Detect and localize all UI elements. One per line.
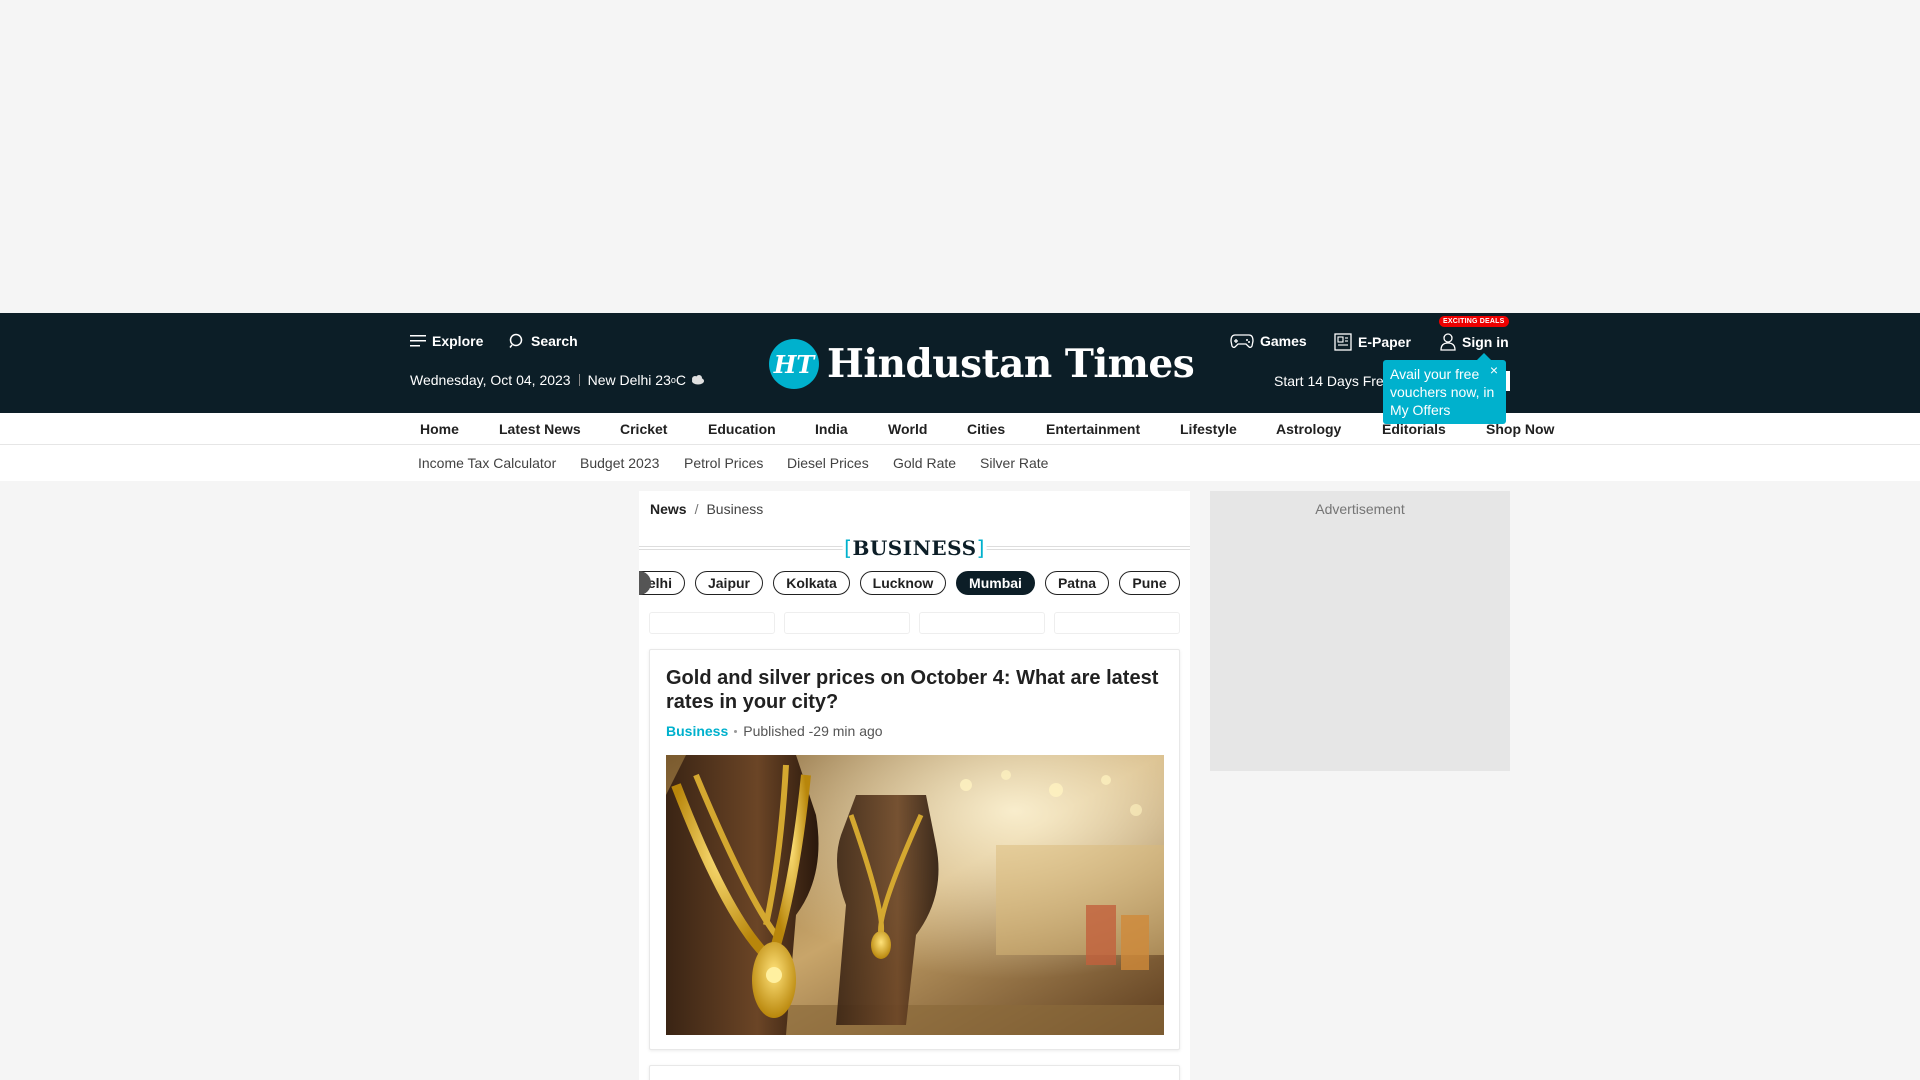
top-ad-slot xyxy=(0,0,1920,313)
subnav-item-income-tax[interactable]: Income Tax Calculator xyxy=(418,455,556,471)
date-weather: Wednesday, Oct 04, 2023 New Delhi 23 o C xyxy=(410,372,705,388)
placeholder-box xyxy=(649,612,775,634)
chip-mumbai[interactable]: Mumbai xyxy=(956,571,1035,595)
games-link[interactable]: Games xyxy=(1230,333,1307,349)
widget-placeholders xyxy=(649,612,1180,634)
nav-item-world[interactable]: World xyxy=(888,421,927,437)
close-bracket: ] xyxy=(976,536,985,560)
logo-mark: HT xyxy=(769,339,819,389)
epaper-link[interactable]: E-Paper xyxy=(1334,333,1411,351)
gold-necklace-photo xyxy=(666,755,1164,1035)
section-header: [BUSINESS] xyxy=(639,536,1190,560)
nav-item-latest-news[interactable]: Latest News xyxy=(499,421,581,437)
newspaper-icon xyxy=(1334,333,1352,351)
subnav-item-diesel[interactable]: Diesel Prices xyxy=(787,455,869,471)
explore-label: Explore xyxy=(432,333,484,349)
cloud-icon xyxy=(692,375,704,385)
meta-dot xyxy=(734,729,738,733)
section-title-text: BUSINESS xyxy=(852,536,977,560)
story-section-link[interactable]: Business xyxy=(666,723,728,739)
breadcrumb-separator: / xyxy=(694,501,699,517)
menu-icon xyxy=(410,335,426,347)
chip-patna[interactable]: Patna xyxy=(1045,571,1109,595)
story-card[interactable]: Gold and silver prices on October 4: Wha… xyxy=(649,649,1180,1050)
gamepad-icon xyxy=(1230,334,1254,348)
sidebar-ad: Advertisement xyxy=(1210,491,1510,771)
published-time: Published -29 min ago xyxy=(743,723,883,739)
next-story-card[interactable] xyxy=(649,1065,1180,1080)
nav-item-education[interactable]: Education xyxy=(708,421,776,437)
chip-lucknow[interactable]: Lucknow xyxy=(860,571,946,595)
close-icon[interactable]: × xyxy=(1490,361,1498,379)
primary-nav: Home Latest News Cricket Education India… xyxy=(0,413,1920,445)
nav-item-india[interactable]: India xyxy=(815,421,848,437)
current-date: Wednesday, Oct 04, 2023 xyxy=(410,372,571,388)
story-meta: Business Published -29 min ago xyxy=(666,723,883,739)
site-logo[interactable]: HT Hindustan Times xyxy=(769,338,1195,390)
nav-item-home[interactable]: Home xyxy=(420,421,459,437)
chip-pune[interactable]: Pune xyxy=(1119,571,1180,595)
subnav-item-silver-rate[interactable]: Silver Rate xyxy=(980,455,1048,471)
epaper-label: E-Paper xyxy=(1358,334,1411,350)
chip-jaipur[interactable]: Jaipur xyxy=(695,571,763,595)
story-headline[interactable]: Gold and silver prices on October 4: Wha… xyxy=(666,666,1166,714)
logo-wordmark: Hindustan Times xyxy=(827,341,1195,387)
user-icon xyxy=(1440,333,1456,351)
chip-kolkata[interactable]: Kolkata xyxy=(773,571,850,595)
subnav-item-petrol[interactable]: Petrol Prices xyxy=(684,455,763,471)
main-content: News / Business [BUSINESS] Delhi Jaipur … xyxy=(639,491,1190,1080)
breadcrumb: News / Business xyxy=(650,501,763,517)
nav-item-lifestyle[interactable]: Lifestyle xyxy=(1180,421,1237,437)
date-divider xyxy=(578,374,580,386)
nav-item-cities[interactable]: Cities xyxy=(967,421,1005,437)
subnav-item-budget[interactable]: Budget 2023 xyxy=(580,455,659,471)
offers-tooltip[interactable]: Avail your free vouchers now, in My Offe… xyxy=(1383,353,1506,424)
explore-button[interactable]: Explore xyxy=(410,333,483,349)
secondary-nav: Income Tax Calculator Budget 2023 Petrol… xyxy=(0,445,1920,481)
nav-item-entertainment[interactable]: Entertainment xyxy=(1046,421,1140,437)
city-temperature: New Delhi 23 xyxy=(587,372,671,388)
temp-unit: C xyxy=(675,372,686,388)
city-chip-row: Delhi Jaipur Kolkata Lucknow Mumbai Patn… xyxy=(639,571,1190,596)
ad-label: Advertisement xyxy=(1315,501,1405,517)
placeholder-box xyxy=(784,612,910,634)
section-title: [BUSINESS] xyxy=(842,536,987,560)
search-icon xyxy=(509,333,523,348)
story-image[interactable] xyxy=(666,755,1164,1035)
signin-button[interactable]: Sign in xyxy=(1440,333,1509,351)
breadcrumb-business[interactable]: Business xyxy=(706,501,763,517)
breadcrumb-news[interactable]: News xyxy=(650,501,687,517)
subnav-item-gold-rate[interactable]: Gold Rate xyxy=(893,455,956,471)
signin-label: Sign in xyxy=(1462,334,1509,350)
site-header: Explore Search Wednesday, Oct 04, 2023 N… xyxy=(0,313,1920,424)
search-button[interactable]: Search xyxy=(509,333,578,349)
free-trial-text[interactable]: Start 14 Days Fre xyxy=(1274,373,1384,389)
nav-item-cricket[interactable]: Cricket xyxy=(620,421,667,437)
placeholder-box xyxy=(1054,612,1180,634)
search-label: Search xyxy=(531,333,578,349)
exciting-deals-badge: EXCITING DEALS xyxy=(1439,316,1509,327)
nav-item-astrology[interactable]: Astrology xyxy=(1276,421,1341,437)
offers-tooltip-text: Avail your free vouchers now, in My Offe… xyxy=(1390,366,1495,418)
games-label: Games xyxy=(1260,333,1307,349)
placeholder-box xyxy=(919,612,1045,634)
